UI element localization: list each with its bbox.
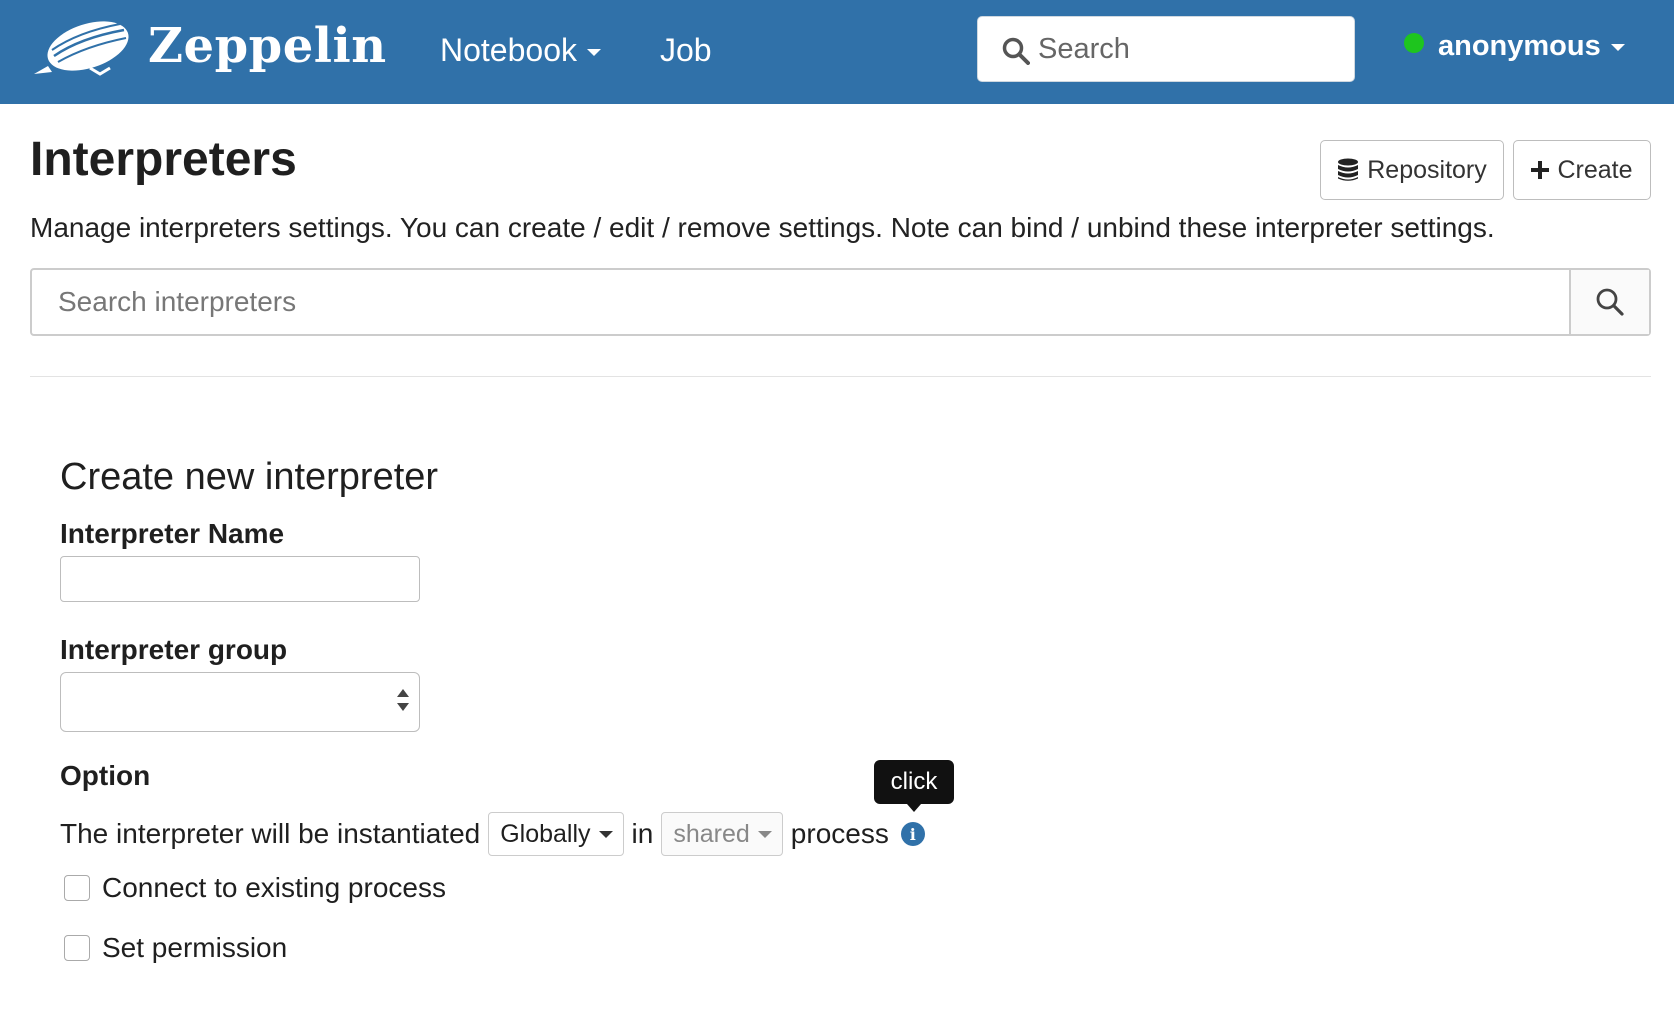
- zeppelin-logo-icon[interactable]: [30, 16, 134, 80]
- interpreter-name-label: Interpreter Name: [60, 518, 285, 549]
- navbar-search-box: [977, 16, 1355, 82]
- nav-job-link[interactable]: Job: [660, 32, 712, 69]
- repository-button-label: Repository: [1367, 155, 1487, 184]
- plus-icon: [1531, 161, 1550, 179]
- navbar-search-input[interactable]: [1036, 29, 1336, 69]
- info-tooltip: click: [874, 760, 954, 812]
- select-updown-icon: [397, 689, 411, 715]
- caret-down-icon: [757, 830, 772, 838]
- interpreter-search-button[interactable]: [1569, 270, 1649, 334]
- nav-notebook-menu[interactable]: Notebook: [440, 32, 601, 69]
- interpreter-search-input[interactable]: [56, 282, 1556, 322]
- set-permission-label: Set permission: [102, 932, 288, 963]
- interpreter-group-select[interactable]: [60, 672, 420, 732]
- chevron-down-icon: [586, 49, 601, 57]
- top-navbar: Zeppelin Notebook Job anonymous: [0, 0, 1674, 104]
- search-icon: [1596, 288, 1624, 316]
- caret-down-icon: [598, 830, 613, 838]
- set-permission-option: Set permission: [64, 930, 287, 966]
- create-interpreter-button[interactable]: Create: [1513, 140, 1651, 200]
- option-label: Option: [60, 760, 151, 791]
- process-mode-value: shared: [673, 819, 750, 848]
- process-mode-dropdown[interactable]: shared: [661, 812, 783, 856]
- online-status-icon: [1404, 33, 1424, 53]
- user-menu[interactable]: anonymous: [1404, 30, 1625, 70]
- set-permission-checkbox[interactable]: [64, 935, 90, 961]
- section-divider: [30, 376, 1651, 377]
- page-title: Interpreters: [30, 133, 297, 186]
- create-interpreter-heading: Create new interpreter: [60, 456, 439, 498]
- scope-dropdown-value: Globally: [500, 819, 591, 848]
- connect-existing-process-option: Connect to existing process: [64, 870, 446, 906]
- page-description: Manage interpreters settings. You can cr…: [30, 212, 1495, 243]
- chevron-down-icon: [1610, 43, 1625, 51]
- interpreter-name-input[interactable]: [60, 556, 420, 602]
- connect-existing-process-checkbox[interactable]: [64, 875, 90, 901]
- instantiation-option-row: The interpreter will be instantiated Glo…: [60, 812, 925, 856]
- nav-notebook-label: Notebook: [440, 32, 577, 68]
- option-connector: in: [631, 818, 654, 849]
- repository-button[interactable]: Repository: [1320, 140, 1504, 200]
- scope-dropdown[interactable]: Globally: [488, 812, 624, 856]
- interpreter-search-group: [30, 268, 1651, 336]
- search-icon: [1002, 37, 1030, 65]
- info-icon[interactable]: i: [900, 822, 925, 846]
- option-sentence-end: process: [790, 818, 889, 849]
- brand-name[interactable]: Zeppelin: [148, 18, 387, 74]
- create-button-label: Create: [1557, 155, 1633, 184]
- interpreter-group-label: Interpreter group: [60, 634, 288, 665]
- option-sentence-start: The interpreter will be instantiated: [60, 818, 481, 849]
- username: anonymous: [1438, 30, 1601, 62]
- connect-existing-process-label: Connect to existing process: [102, 872, 446, 903]
- database-icon: [1338, 158, 1359, 181]
